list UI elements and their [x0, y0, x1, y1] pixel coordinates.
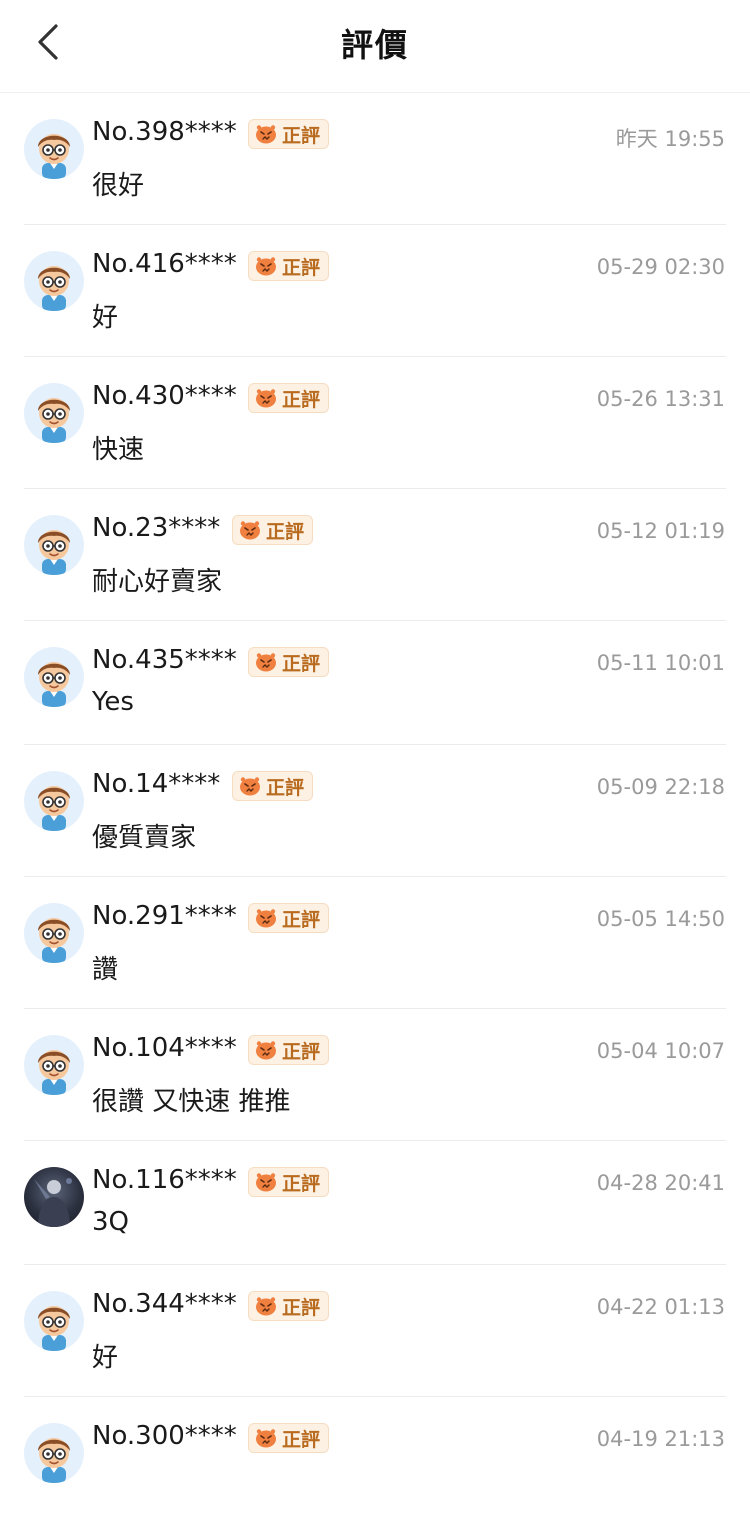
- positive-review-badge: 正評: [248, 119, 330, 149]
- review-item[interactable]: No.416**** 正評 05-29 02:30 好: [0, 225, 750, 357]
- reviewer-id: No.344****: [92, 1289, 237, 1319]
- review-comment: 耐心好賣家: [92, 567, 223, 597]
- cartoon-boy-avatar[interactable]: [24, 515, 84, 575]
- review-timestamp: 05-29 02:30: [596, 255, 725, 279]
- review-timestamp: 05-05 14:50: [596, 907, 725, 931]
- cartoon-boy-avatar[interactable]: [24, 119, 84, 179]
- top-nav-bar: 評價: [0, 0, 750, 93]
- badge-label: 正評: [266, 520, 305, 543]
- positive-review-badge: 正評: [248, 383, 330, 413]
- review-timestamp: 05-11 10:01: [596, 651, 725, 675]
- badge-label: 正評: [282, 652, 321, 675]
- review-timestamp: 05-26 13:31: [596, 387, 725, 411]
- badge-label: 正評: [282, 1296, 321, 1319]
- reviewer-id: No.300****: [92, 1421, 237, 1451]
- reviewer-id: No.291****: [92, 901, 237, 931]
- angry-face-icon: [239, 776, 261, 796]
- reviewer-id: No.430****: [92, 381, 237, 411]
- review-comment: 好: [92, 303, 119, 333]
- angry-face-icon: [255, 1040, 277, 1060]
- review-timestamp: 04-22 01:13: [596, 1295, 725, 1319]
- badge-label: 正評: [282, 124, 321, 147]
- angry-face-icon: [239, 520, 261, 540]
- review-item[interactable]: No.23**** 正評 05-12 01:19 耐心好賣家: [0, 489, 750, 621]
- angry-face-icon: [255, 652, 277, 672]
- review-timestamp: 05-04 10:07: [596, 1039, 725, 1063]
- cartoon-boy-avatar[interactable]: [24, 903, 84, 963]
- angry-face-icon: [255, 256, 277, 276]
- reviewer-id: No.23****: [92, 513, 221, 543]
- review-item[interactable]: No.430**** 正評 05-26 13:31 快速: [0, 357, 750, 489]
- review-comment: 優質賣家: [92, 823, 197, 853]
- positive-review-badge: 正評: [232, 771, 314, 801]
- review-item[interactable]: No.291**** 正評 05-05 14:50 讚: [0, 877, 750, 1009]
- cartoon-boy-avatar[interactable]: [24, 1423, 84, 1483]
- positive-review-badge: 正評: [248, 1167, 330, 1197]
- reviewer-id: No.416****: [92, 249, 237, 279]
- review-comment: 很讚 又快速 推推: [92, 1087, 291, 1117]
- reviewer-id: No.398****: [92, 117, 237, 147]
- review-item[interactable]: No.344**** 正評 04-22 01:13 好: [0, 1265, 750, 1397]
- angry-face-icon: [255, 1172, 277, 1192]
- badge-label: 正評: [282, 388, 321, 411]
- badge-label: 正評: [282, 908, 321, 931]
- cartoon-boy-avatar[interactable]: [24, 251, 84, 311]
- review-comment: 快速: [92, 435, 145, 465]
- reviewer-id: No.116****: [92, 1165, 237, 1195]
- cartoon-boy-avatar[interactable]: [24, 1291, 84, 1351]
- review-comment: 讚: [92, 955, 119, 985]
- review-comment: Yes: [92, 687, 134, 717]
- reviewer-id: No.104****: [92, 1033, 237, 1063]
- review-item[interactable]: No.116**** 正評 04-28 20:41 3Q: [0, 1141, 750, 1265]
- positive-review-badge: 正評: [232, 515, 314, 545]
- review-comment: 好: [92, 1343, 119, 1373]
- review-item[interactable]: No.300**** 正評 04-19 21:13: [0, 1397, 750, 1529]
- photo-avatar[interactable]: [24, 1167, 84, 1227]
- review-timestamp: 04-19 21:13: [596, 1427, 725, 1451]
- cartoon-boy-avatar[interactable]: [24, 383, 84, 443]
- review-item[interactable]: No.14**** 正評 05-09 22:18 優質賣家: [0, 745, 750, 877]
- badge-label: 正評: [282, 1172, 321, 1195]
- review-item[interactable]: No.398**** 正評 昨天 19:55 很好: [0, 93, 750, 225]
- positive-review-badge: 正評: [248, 1291, 330, 1321]
- cartoon-boy-avatar[interactable]: [24, 1035, 84, 1095]
- review-timestamp: 04-28 20:41: [596, 1171, 725, 1195]
- review-comment: 3Q: [92, 1207, 130, 1237]
- review-timestamp: 昨天 19:55: [615, 127, 725, 151]
- reviewer-id: No.435****: [92, 645, 237, 675]
- angry-face-icon: [255, 1296, 277, 1316]
- positive-review-badge: 正評: [248, 251, 330, 281]
- review-timestamp: 05-12 01:19: [596, 519, 725, 543]
- review-timestamp: 05-09 22:18: [596, 775, 725, 799]
- positive-review-badge: 正評: [248, 1035, 330, 1065]
- positive-review-badge: 正評: [248, 903, 330, 933]
- angry-face-icon: [255, 1428, 277, 1448]
- cartoon-boy-avatar[interactable]: [24, 647, 84, 707]
- badge-label: 正評: [282, 256, 321, 279]
- review-list: No.398**** 正評 昨天 19:55 很好 No.416**** 正評 …: [0, 93, 750, 1529]
- badge-label: 正評: [282, 1428, 321, 1451]
- review-item[interactable]: No.104**** 正評 05-04 10:07 很讚 又快速 推推: [0, 1009, 750, 1141]
- badge-label: 正評: [266, 776, 305, 799]
- review-comment: 很好: [92, 171, 145, 201]
- positive-review-badge: 正評: [248, 647, 330, 677]
- angry-face-icon: [255, 388, 277, 408]
- badge-label: 正評: [282, 1040, 321, 1063]
- cartoon-boy-avatar[interactable]: [24, 771, 84, 831]
- review-item[interactable]: No.435**** 正評 05-11 10:01 Yes: [0, 621, 750, 745]
- angry-face-icon: [255, 124, 277, 144]
- page-title: 評價: [340, 26, 409, 64]
- reviewer-id: No.14****: [92, 769, 221, 799]
- angry-face-icon: [255, 908, 277, 928]
